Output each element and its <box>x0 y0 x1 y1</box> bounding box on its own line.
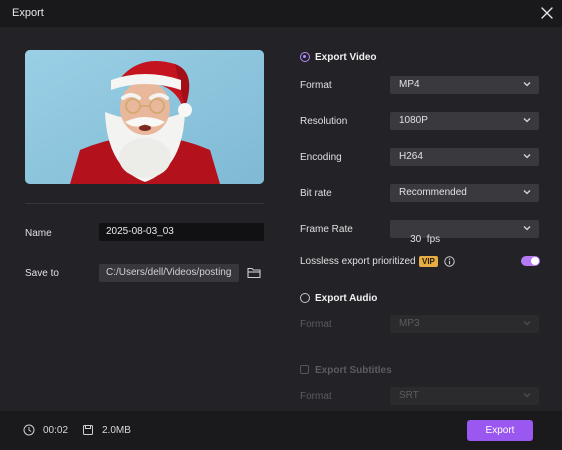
audio-format-value: MP3 <box>399 318 420 329</box>
export-audio-radio[interactable] <box>300 293 310 303</box>
subtitles-format-dropdown: SRT <box>390 387 539 405</box>
frame-rate-label: Frame Rate <box>300 224 353 235</box>
resolution-value: 1080P <box>399 115 428 126</box>
chevron-down-icon <box>523 190 531 195</box>
export-subtitles-checkbox[interactable] <box>300 365 309 374</box>
name-label: Name <box>25 228 52 239</box>
dialog-title: Export <box>12 7 44 19</box>
name-input[interactable]: 2025-08-03_03 <box>99 223 264 241</box>
export-video-radio[interactable] <box>300 52 310 62</box>
file-size-text: 2.0MB <box>102 425 131 436</box>
info-icon[interactable] <box>444 256 455 267</box>
chevron-down-icon <box>523 321 531 326</box>
frame-rate-value: 30 fps <box>410 234 441 245</box>
preview-image <box>25 50 264 184</box>
frame-rate-dropdown[interactable]: 30 fps <box>390 220 539 245</box>
bit-rate-value: Recommended <box>399 187 467 198</box>
bit-rate-dropdown[interactable]: Recommended <box>390 184 539 202</box>
chevron-down-icon <box>523 226 531 231</box>
export-video-label: Export Video <box>315 52 377 63</box>
format-value: MP4 <box>399 79 420 90</box>
close-icon[interactable] <box>538 4 556 22</box>
export-audio-label: Export Audio <box>315 293 378 304</box>
video-preview-thumbnail <box>25 50 264 184</box>
vip-badge: VIP <box>419 256 438 267</box>
clock-icon <box>23 424 35 436</box>
chevron-down-icon <box>523 154 531 159</box>
encoding-dropdown[interactable]: H264 <box>390 148 539 166</box>
subtitles-format-label: Format <box>300 391 332 402</box>
lossless-toggle[interactable] <box>521 256 540 266</box>
audio-format-dropdown: MP3 <box>390 315 539 333</box>
format-dropdown[interactable]: MP4 <box>390 76 539 94</box>
export-dialog: Export Name 2025-08-03_03 Save to C:/Use… <box>0 0 562 450</box>
folder-icon[interactable] <box>247 266 261 279</box>
chevron-down-icon <box>523 393 531 398</box>
title-bar: Export <box>0 0 562 27</box>
resolution-label: Resolution <box>300 116 348 127</box>
subtitles-format-value: SRT <box>399 390 419 401</box>
resolution-dropdown[interactable]: 1080P <box>390 112 539 130</box>
encoding-label: Encoding <box>300 152 342 163</box>
bit-rate-label: Bit rate <box>300 188 332 199</box>
format-label: Format <box>300 80 332 91</box>
encoding-value: H264 <box>399 151 423 162</box>
footer-bar: 00:02 2.0MB Export <box>0 411 562 450</box>
left-divider <box>25 203 264 204</box>
lossless-label: Lossless export prioritized <box>300 256 416 267</box>
toggle-knob <box>531 257 539 265</box>
save-to-label: Save to <box>25 268 59 279</box>
chevron-down-icon <box>523 118 531 123</box>
export-subtitles-label: Export Subtitles <box>315 365 392 376</box>
file-size-icon <box>83 425 93 435</box>
audio-format-label: Format <box>300 319 332 330</box>
export-button[interactable]: Export <box>467 420 533 441</box>
chevron-down-icon <box>523 82 531 87</box>
save-path-input[interactable]: C:/Users/dell/Videos/posting <box>99 264 239 282</box>
duration-text: 00:02 <box>43 425 69 436</box>
